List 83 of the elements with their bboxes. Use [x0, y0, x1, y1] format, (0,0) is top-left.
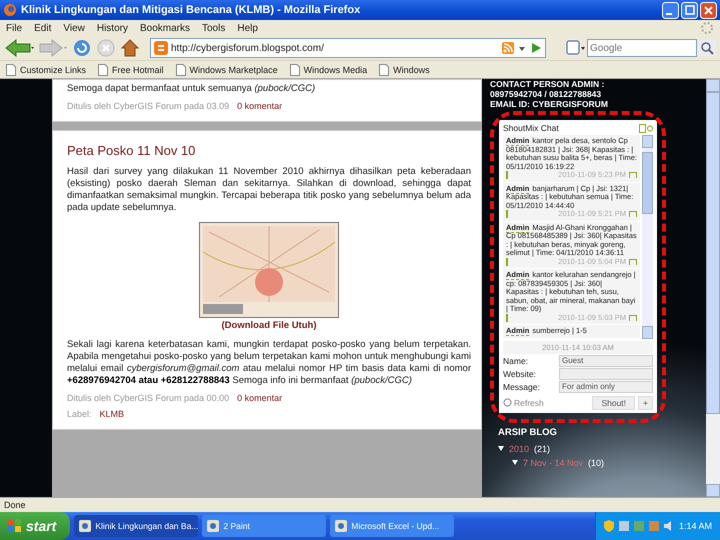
archive-heading: ARSIP BLOG: [498, 426, 558, 438]
post-paragraph: Semoga dapat bermanfaat untuk semuanya (pubock/CGC): [67, 83, 316, 95]
post-paragraph: Hasil dari survey yang dilakukan 11 November 2010 akhirnya dihasilkan peta keberadaan (eksisting) posko daerah Sleman dan sekitarnya. Silahkan di download, sehingga dapat dimanfaatkan semaksimal mungkin. Tercapai beberapa titik posko yang sebelumnya belum ada pada update sebelumnya.: [67, 166, 471, 214]
refresh-link[interactable]: Refresh: [503, 398, 544, 408]
menu-item[interactable]: Edit: [34, 22, 52, 34]
post-byline: Ditulis oleh CyberGIS Forum pada 00.00: [67, 393, 230, 403]
field-label: Name:: [503, 356, 530, 366]
minimize-icon[interactable]: [662, 2, 679, 18]
archive-link[interactable]: 2010: [509, 444, 530, 454]
app-icon: [207, 520, 220, 532]
page-icon: [6, 64, 16, 76]
caret-icon[interactable]: [498, 446, 504, 451]
chat-options-icon[interactable]: [639, 124, 653, 132]
text-field[interactable]: Guest: [559, 354, 653, 366]
contact-line: 08975942704 / 08122788843: [490, 89, 602, 99]
menu-item[interactable]: Tools: [202, 22, 226, 34]
reload-icon[interactable]: [72, 38, 92, 58]
page-icon: [98, 64, 108, 76]
search-field[interactable]: Google: [587, 39, 697, 57]
shout-button[interactable]: Shout!: [592, 396, 636, 410]
bookmark-item[interactable]: Customize Links: [6, 64, 86, 76]
go-icon[interactable]: [530, 42, 542, 54]
menu-item[interactable]: Bookmarks: [140, 22, 190, 34]
label-link[interactable]: KLMB: [100, 409, 124, 419]
caret-icon[interactable]: [512, 460, 518, 465]
contact-line: EMAIL ID: CYBERGISFORUM: [490, 99, 609, 109]
refresh-icon: [503, 398, 512, 407]
network-icon[interactable]: [618, 521, 629, 531]
tray-app-icon[interactable]: [634, 521, 644, 531]
page-icon: [379, 64, 390, 76]
maximize-icon[interactable]: [681, 2, 698, 18]
speaker-icon[interactable]: [664, 521, 674, 531]
search-icon[interactable]: [698, 40, 716, 56]
bookmark-item[interactable]: Windows Marketplace: [176, 64, 278, 76]
taskbar-button[interactable]: 2 Paint: [202, 515, 326, 537]
comment-link[interactable]: 0 komentar: [237, 101, 282, 111]
page-scrollbar[interactable]: [706, 79, 720, 497]
search-engine-icon: [566, 40, 586, 56]
add-button[interactable]: +: [638, 396, 653, 410]
comment-link[interactable]: 0 komentar: [237, 393, 282, 403]
field-label: Message:: [503, 382, 541, 392]
bookmark-item[interactable]: Free Hotmail: [98, 64, 164, 76]
menu-item[interactable]: Help: [237, 22, 258, 34]
bookmark-item[interactable]: Windows Media: [290, 64, 368, 76]
menu-item[interactable]: View: [63, 22, 85, 34]
forward-icon[interactable]: [38, 38, 68, 58]
chat-scrollbar[interactable]: [642, 135, 653, 338]
download-link[interactable]: (Download File Utuh): [222, 320, 316, 331]
taskbar-button[interactable]: Klinik Lingkungan dan Ba...: [74, 515, 198, 537]
message-marker: [506, 258, 508, 266]
menu-item[interactable]: History: [96, 22, 128, 34]
home-icon[interactable]: [120, 38, 140, 58]
post-byline: Ditulis oleh CyberGIS Forum pada 03.09: [67, 101, 230, 111]
bookmark-item[interactable]: Windows: [379, 64, 430, 76]
label-caption: Label:: [67, 409, 92, 419]
contact-line: CONTACT PERSON ADMIN :: [490, 79, 606, 89]
address-field[interactable]: http://cybergisforum.blogspot.com/: [150, 38, 546, 58]
window-title: Klinik Lingkungan dan Mitigasi Bencana (KLMB) - Mozilla Firefox: [21, 4, 362, 16]
message-marker: [506, 210, 508, 218]
page-icon: [176, 64, 186, 76]
message-marker: [506, 314, 508, 322]
menu-item[interactable]: File: [6, 22, 22, 34]
page-icon: [290, 64, 300, 76]
rss-icon: [502, 42, 514, 54]
taskbar-button[interactable]: Microsoft Excel - Upd...: [330, 515, 454, 537]
post-title[interactable]: Peta Posko 11 Nov 10: [67, 143, 471, 158]
field-label: Website:: [503, 368, 537, 378]
shield-icon[interactable]: [604, 520, 614, 532]
app-icon: [335, 520, 348, 532]
windows-logo-icon: [8, 519, 22, 533]
clock-text: 1:14 AM: [678, 521, 712, 531]
text-field[interactable]: [559, 368, 653, 380]
globe-icon: [3, 3, 17, 17]
back-icon[interactable]: [4, 38, 34, 58]
post-paragraph: Sekali lagi karena keterbatasan kami, mungkin terdapat posko-posko yang belum terpetakan. Apabila mengetahui posko-posko yang belum terpetakan kami mohon untuk menghubungi kami melalui email cybergisforum@gmail.com atau melalui nomor HP tim basis data kami di nomor +628976942704 atau +628122788843 Semoga info ini bermanfaat (pubock/CGC): [67, 339, 471, 387]
text-field[interactable]: For admin only: [559, 380, 653, 392]
chat-title: ShoutMix Chat: [503, 123, 559, 133]
archive-count: (21): [534, 444, 550, 454]
app-icon: [79, 520, 92, 532]
message-marker: [506, 171, 508, 180]
close-icon[interactable]: [700, 2, 717, 18]
throbber-icon: [700, 21, 714, 35]
archive-count: (10): [588, 458, 604, 468]
